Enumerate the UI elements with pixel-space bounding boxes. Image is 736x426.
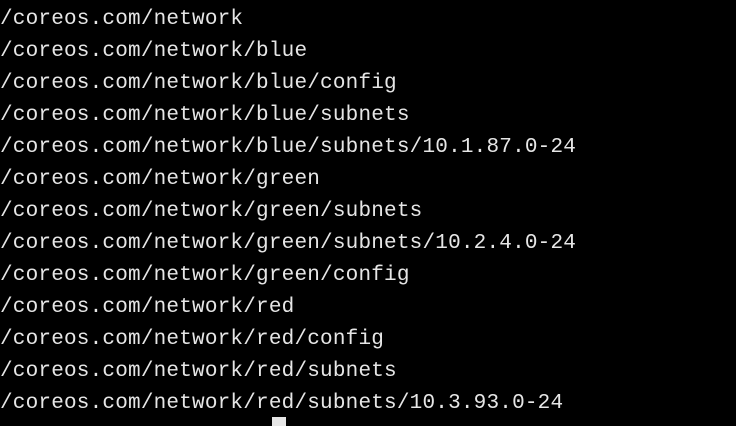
terminal-line: /coreos.com/network/red: [0, 296, 295, 319]
terminal-line: /coreos.com/network: [0, 8, 244, 31]
terminal-line: /coreos.com/network/red/subnets: [0, 360, 397, 383]
terminal-line: /coreos.com/network/blue/subnets/10.1.87…: [0, 136, 577, 159]
terminal-line: /coreos.com/network/green/subnets/10.2.4…: [0, 232, 577, 255]
terminal-line: /coreos.com/network/blue: [0, 40, 308, 63]
text-cursor: [272, 417, 286, 426]
terminal-line: /coreos.com/network/blue/config: [0, 72, 397, 95]
terminal-window[interactable]: /coreos.com/network /coreos.com/network/…: [0, 0, 736, 426]
terminal-line: /coreos.com/network/green/subnets: [0, 200, 423, 223]
terminal-line: /coreos.com/network/red/subnets/10.3.93.…: [0, 392, 564, 415]
terminal-line: /coreos.com/network/green/config: [0, 264, 410, 287]
terminal-line: /coreos.com/network/green: [0, 168, 321, 191]
terminal-line: /coreos.com/network/red/config: [0, 328, 385, 351]
terminal-line: /coreos.com/network/blue/subnets: [0, 104, 410, 127]
terminal-output: /coreos.com/network /coreos.com/network/…: [0, 4, 576, 420]
